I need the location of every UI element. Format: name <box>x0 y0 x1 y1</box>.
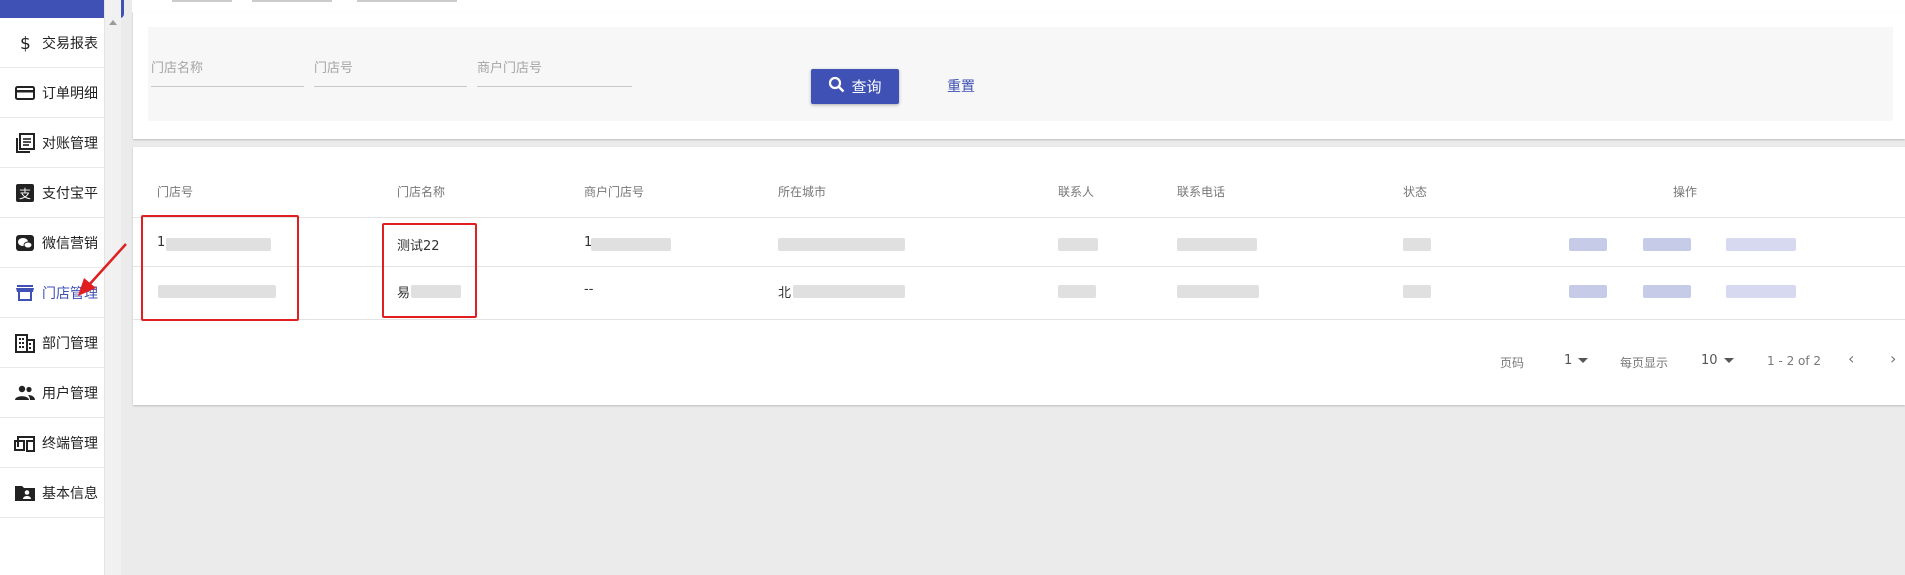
sidebar-item-label: 对账管理 <box>42 135 98 152</box>
devices-icon <box>14 432 36 454</box>
action-link[interactable] <box>1643 285 1691 298</box>
action-link[interactable] <box>1569 285 1607 298</box>
users-icon <box>14 382 36 404</box>
annotation-box <box>141 215 299 321</box>
store-name-input[interactable] <box>151 60 304 75</box>
row-divider <box>133 319 1905 320</box>
sidebar-item-alipay[interactable]: 支 支付宝平台 <box>0 168 104 218</box>
sidebar-item-label: 支付宝平台 <box>42 185 98 202</box>
redacted-value <box>591 238 671 251</box>
action-link[interactable] <box>1726 238 1796 251</box>
sidebar-item-label: 用户管理 <box>42 385 98 402</box>
search-icon <box>828 76 845 97</box>
svg-text:$: $ <box>20 34 31 52</box>
redacted-value <box>778 238 905 251</box>
sidebar-item-order-details[interactable]: 订单明细 <box>0 68 104 118</box>
column-header-store-no[interactable]: 门店号 <box>157 183 193 200</box>
store-icon <box>14 282 36 304</box>
sidebar-item-label: 基本信息 <box>42 485 98 502</box>
sidebar-item-basic-info[interactable]: 基本信息 <box>0 468 104 518</box>
scroll-up-arrow-icon[interactable] <box>109 20 117 25</box>
per-page-select[interactable]: 10 <box>1701 353 1734 368</box>
per-page-select-value: 10 <box>1701 353 1718 368</box>
top-tab-placeholder <box>252 0 332 2</box>
sidebar-item-label: 终端管理 <box>42 435 98 452</box>
per-page-label: 每页显示 <box>1620 356 1669 370</box>
cell-merchant-store-no: -- <box>584 282 594 297</box>
sidebar-item-label: 交易报表 <box>42 35 98 52</box>
annotation-arrow-icon <box>78 243 127 296</box>
search-panel: 查询 重置 <box>133 12 1905 139</box>
top-tab-placeholder <box>172 0 232 2</box>
sidebar-item-users[interactable]: 用户管理 <box>0 368 104 418</box>
action-link[interactable] <box>1643 238 1691 251</box>
page-select[interactable]: 1 <box>1564 353 1589 368</box>
column-header-status[interactable]: 状态 <box>1403 183 1427 200</box>
sidebar-item-reconciliation[interactable]: 对账管理 <box>0 118 104 168</box>
redacted-value <box>1177 285 1259 298</box>
page-range: 1 - 2 of 2 <box>1767 354 1822 368</box>
sidebar-item-label: 订单明细 <box>42 85 98 102</box>
column-header-actions: 操作 <box>1673 185 1698 199</box>
column-header-phone[interactable]: 联系电话 <box>1177 183 1225 200</box>
column-header-merchant-store-no[interactable]: 商户门店号 <box>584 183 644 200</box>
store-no-input[interactable] <box>314 60 467 75</box>
credit-card-icon <box>14 82 36 104</box>
top-tab-placeholder <box>357 0 457 2</box>
wechat-icon <box>14 232 36 254</box>
action-link[interactable] <box>1726 285 1796 298</box>
page-select-value: 1 <box>1564 353 1573 368</box>
store-name-field[interactable] <box>151 60 304 87</box>
building-icon <box>14 332 36 354</box>
prev-page-icon[interactable]: ‹ <box>1848 349 1854 368</box>
reset-button[interactable]: 重置 <box>947 76 975 96</box>
alipay-icon: 支 <box>14 182 36 204</box>
column-header-contact[interactable]: 联系人 <box>1058 183 1094 200</box>
next-page-icon[interactable]: › <box>1890 349 1896 368</box>
merchant-store-no-field[interactable] <box>477 60 632 87</box>
redacted-value <box>1177 238 1257 251</box>
cell-city: 北 <box>778 286 792 301</box>
sidebar-item-label: 部门管理 <box>42 335 98 352</box>
redacted-value <box>1058 285 1096 298</box>
merchant-store-no-input[interactable] <box>477 60 632 75</box>
search-button[interactable]: 查询 <box>811 69 899 104</box>
redacted-value <box>1058 238 1098 251</box>
ledger-icon <box>14 132 36 154</box>
sidebar-item-transaction-report[interactable]: $ 交易报表 <box>0 18 104 68</box>
redacted-value <box>793 285 905 298</box>
header-divider <box>133 217 1905 218</box>
redacted-value <box>1403 238 1431 251</box>
top-strip <box>132 0 1905 12</box>
redacted-value <box>1403 285 1431 298</box>
chevron-down-icon <box>1723 358 1734 363</box>
chevron-down-icon <box>1578 358 1589 363</box>
column-header-city[interactable]: 所在城市 <box>778 183 826 200</box>
sidebar-item-department[interactable]: 部门管理 <box>0 318 104 368</box>
search-button-label: 查询 <box>851 78 882 96</box>
action-link[interactable] <box>1569 238 1607 251</box>
annotation-box <box>382 223 477 318</box>
column-header-store-name[interactable]: 门店名称 <box>397 183 445 200</box>
sidebar-item-terminals[interactable]: 终端管理 <box>0 418 104 468</box>
store-no-field[interactable] <box>314 60 467 87</box>
dollar-icon: $ <box>14 32 36 54</box>
page-label: 页码 <box>1500 356 1525 370</box>
svg-text:支: 支 <box>19 187 31 201</box>
folder-user-icon <box>14 482 36 504</box>
